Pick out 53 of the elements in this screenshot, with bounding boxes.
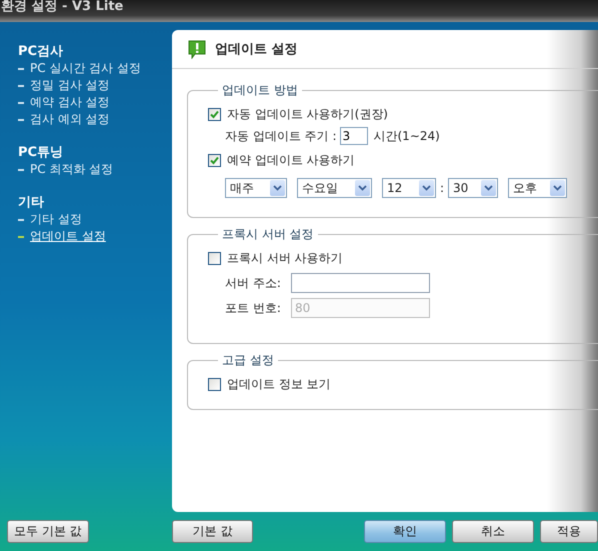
group-title: 고급 설정 (221, 352, 275, 369)
dash-icon (18, 84, 24, 86)
field-label: 포트 번호: (225, 300, 282, 316)
panel-title: 업데이트 설정 (215, 41, 298, 58)
dash-icon (18, 236, 24, 238)
time-separator: : (440, 181, 444, 195)
dropdown[interactable]: 수요일 (297, 178, 372, 198)
group-title: 업데이트 방법 (221, 82, 299, 99)
window-title: 환경 설정 - V3 Lite (0, 0, 124, 15)
chevron-down-icon (553, 185, 562, 191)
dropdown[interactable]: 매주 (225, 178, 287, 198)
field-label: 서버 주소: (225, 274, 282, 292)
sidebar-link[interactable]: 검사 예외 설정 (30, 111, 110, 128)
interval-label: 자동 업데이트 주기 : (225, 128, 336, 144)
sidebar-heading: 기타 (18, 194, 44, 211)
sidebar-link[interactable]: PC 실시간 검사 설정 (30, 60, 142, 77)
sidebar-link[interactable]: 정밀 검사 설정 (30, 77, 110, 94)
sidebar-link[interactable]: 업데이트 설정 (30, 228, 106, 245)
group-title: 프록시 서버 설정 (221, 226, 315, 243)
sidebar-link[interactable]: PC 최적화 설정 (30, 161, 114, 178)
dash-icon (18, 168, 24, 170)
dialog-button[interactable]: 기본 값 (172, 520, 254, 543)
checkbox[interactable] (208, 378, 221, 390)
dialog-button[interactable]: 모두 기본 값 (7, 520, 89, 543)
checkbox[interactable] (208, 154, 221, 166)
dropdown[interactable]: 12 (382, 178, 436, 198)
dropdown[interactable]: 30 (448, 178, 498, 198)
checkbox-label[interactable]: 예약 업데이트 사용하기 (227, 152, 355, 168)
dash-icon (18, 102, 24, 104)
chevron-down-icon (484, 185, 494, 191)
dash-icon (18, 118, 24, 120)
dialog-button[interactable]: 취소 (452, 520, 534, 543)
dash-icon (18, 68, 24, 70)
sidebar-heading: PC튜닝 (18, 144, 64, 161)
dialog-button[interactable]: 적용 (540, 520, 598, 543)
dialog-button[interactable]: 확인 (364, 520, 446, 543)
alert-icon (187, 39, 207, 59)
chevron-down-icon (273, 185, 282, 191)
checkbox-label[interactable]: 프록시 서버 사용하기 (227, 250, 343, 266)
sidebar-link[interactable]: 예약 검사 설정 (30, 94, 110, 111)
dash-icon (18, 218, 24, 220)
sidebar-link[interactable]: 기타 설정 (30, 211, 82, 228)
sidebar-heading: PC검사 (18, 43, 64, 60)
checkbox-label[interactable]: 업데이트 정보 보기 (227, 376, 331, 392)
interval-unit: 시간(1~24) (374, 128, 440, 144)
chevron-down-icon (422, 185, 431, 191)
dropdown[interactable]: 오후 (508, 178, 568, 198)
chevron-down-icon (358, 185, 367, 191)
checkbox[interactable] (208, 252, 221, 264)
interval-field[interactable]: 3 (340, 127, 368, 145)
checkbox[interactable] (208, 108, 221, 120)
input-field[interactable] (291, 273, 430, 293)
checkbox-label[interactable]: 자동 업데이트 사용하기(권장) (227, 106, 388, 122)
